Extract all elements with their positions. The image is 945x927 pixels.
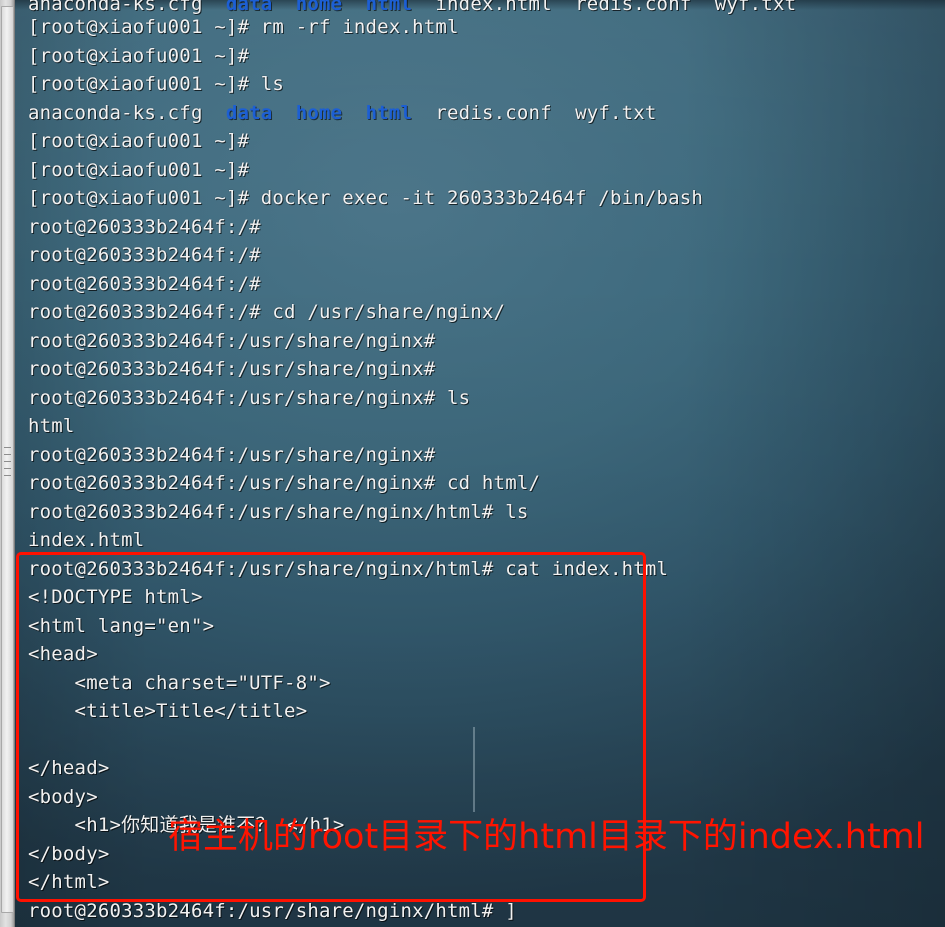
terminal-line: root@260333b2464f:/usr/share/nginx#	[28, 330, 436, 352]
scrollbar-grip-line	[4, 447, 11, 448]
ls-spacer	[342, 102, 365, 124]
ls-file-entry: redis.conf	[435, 102, 552, 124]
terminal-line: root@260333b2464f:/usr/share/nginx#	[28, 358, 436, 380]
ls-spacer	[203, 102, 226, 124]
ls-spacer	[552, 0, 575, 15]
terminal-line: root@260333b2464f:/#	[28, 273, 261, 295]
terminal-line: root@260333b2464f:/#	[28, 244, 261, 266]
terminal-line: [root@xiaofu001 ~]# ls	[28, 73, 285, 95]
annotation-line-1: 宿主机的root目录下的html目录下的index.html	[168, 817, 925, 857]
ls-directory-entry: data	[225, 0, 273, 15]
terminal-line: [root@xiaofu001 ~]#	[28, 45, 250, 67]
ls-spacer	[272, 0, 295, 15]
terminal-line: </head>	[28, 757, 110, 779]
red-annotation: 宿主机的root目录下的html目录下的index.html 映射到了redis…	[168, 730, 925, 927]
terminal-line: index.html	[28, 529, 145, 551]
ls-spacer	[272, 102, 295, 124]
terminal-line: [root@xiaofu001 ~]#	[28, 159, 250, 181]
ls-directory-entry: home	[295, 0, 343, 15]
ls-directory-entry: data	[225, 102, 273, 124]
terminal-line: root@260333b2464f:/usr/share/nginx/html#…	[28, 558, 669, 580]
ls-spacer	[203, 0, 226, 15]
ls-directory-entry: html	[365, 102, 413, 124]
terminal-line: <html lang="en">	[28, 615, 215, 637]
ls-spacer	[412, 102, 435, 124]
scrollbar-grip-line	[4, 475, 11, 476]
ls-spacer	[552, 102, 575, 124]
terminal-line: root@260333b2464f:/# cd /usr/share/nginx…	[28, 301, 506, 323]
terminal-line: <head>	[28, 643, 98, 665]
scrollbar-grip-line	[4, 468, 11, 469]
terminal-line: anaconda-ks.cfg data home html index.htm…	[28, 0, 796, 14]
scrollbar-grip-line	[4, 461, 11, 462]
terminal-line: root@260333b2464f:/#	[28, 216, 261, 238]
vertical-scrollbar[interactable]	[0, 0, 15, 927]
terminal-line: [root@xiaofu001 ~]# rm -rf index.html	[28, 16, 459, 38]
ls-file-entry: anaconda-ks.cfg	[28, 102, 203, 124]
terminal-line: [root@xiaofu001 ~]# docker exec -it 2603…	[28, 187, 704, 209]
ls-file-entry: wyf.txt	[714, 0, 797, 15]
ls-directory-entry: home	[295, 102, 343, 124]
terminal-line: <title>Title</title>	[28, 700, 308, 722]
ls-file-entry: anaconda-ks.cfg	[28, 0, 203, 15]
scrollbar-grip-line	[4, 454, 11, 455]
terminal-line: root@260333b2464f:/usr/share/nginx#	[28, 444, 436, 466]
ls-spacer	[412, 0, 435, 15]
ls-file-entry: wyf.txt	[575, 102, 657, 124]
terminal-line: html	[28, 415, 75, 437]
terminal-line: <body>	[28, 786, 98, 808]
ls-spacer	[342, 0, 365, 15]
terminal-line: root@260333b2464f:/usr/share/nginx# cd h…	[28, 472, 541, 494]
terminal-line: </html>	[28, 871, 110, 893]
terminal-line: root@260333b2464f:/usr/share/nginx# ls	[28, 387, 471, 409]
terminal-line: <meta charset="UTF-8">	[28, 672, 331, 694]
ls-spacer	[691, 0, 714, 15]
ls-file-entry: index.html	[435, 0, 552, 15]
terminal-line: root@260333b2464f:/usr/share/nginx/html#…	[28, 501, 529, 523]
terminal-line: </body>	[28, 843, 110, 865]
terminal-line: anaconda-ks.cfg data home html redis.con…	[28, 103, 657, 123]
terminal-line: [root@xiaofu001 ~]#	[28, 130, 250, 152]
scrollbar-thumb[interactable]	[1, 6, 14, 913]
terminal-line: <!DOCTYPE html>	[28, 586, 203, 608]
ls-directory-entry: html	[365, 0, 413, 15]
ls-file-entry: redis.conf	[575, 0, 692, 15]
terminal-window: anaconda-ks.cfg data home html index.htm…	[0, 0, 945, 927]
